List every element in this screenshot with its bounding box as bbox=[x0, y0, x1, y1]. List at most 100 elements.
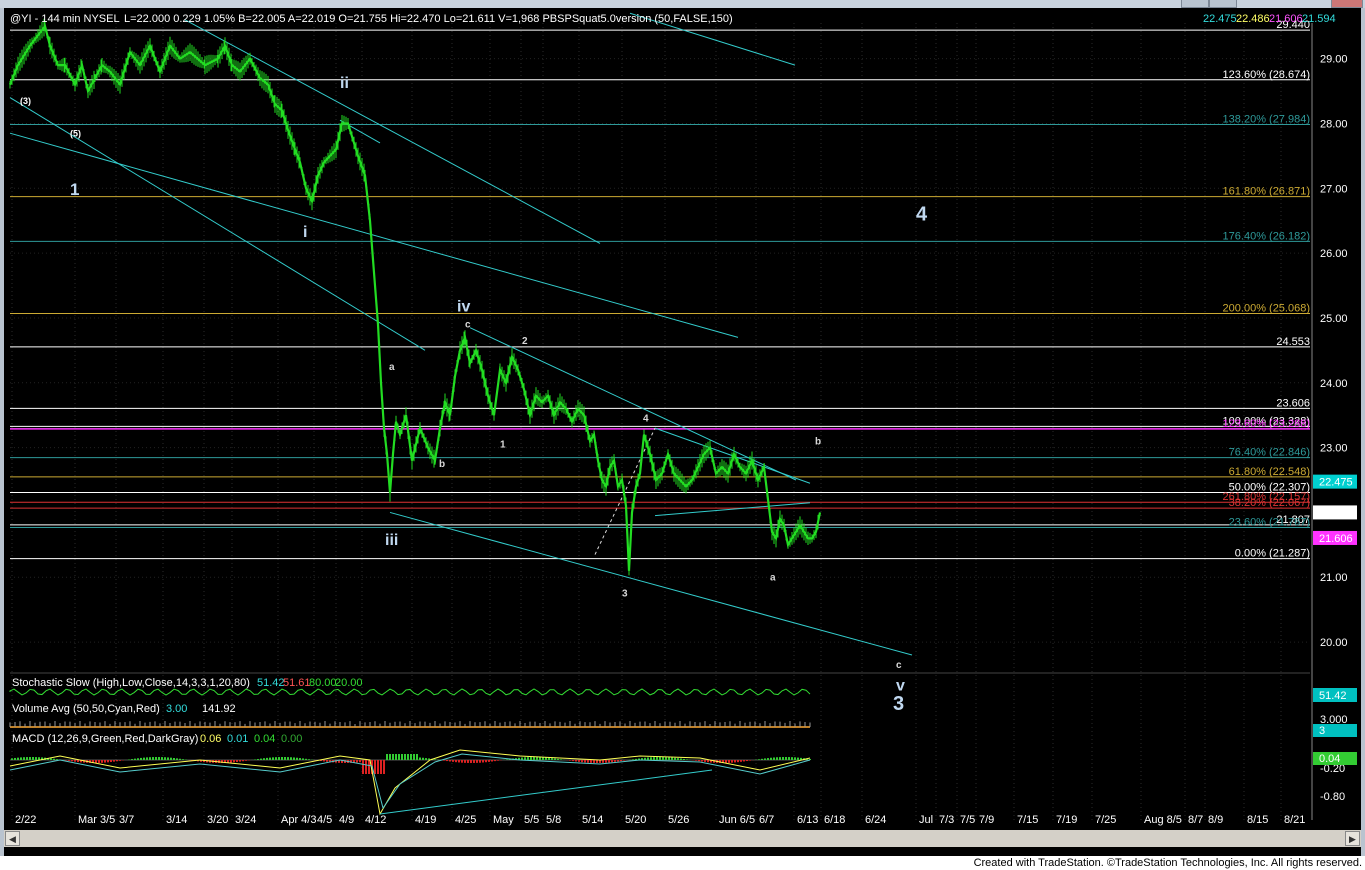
x-tick-label: 4/9 bbox=[339, 814, 354, 826]
x-tick-label: 6/24 bbox=[865, 814, 886, 826]
header-indicator-values: 22.475 22.486 21.606 21.594 bbox=[1203, 13, 1336, 25]
x-tick-label: Jun 6/5 bbox=[719, 814, 755, 826]
fib-label: 176.40% (26.182) bbox=[1223, 230, 1310, 242]
wave-label: i bbox=[303, 224, 307, 241]
volume-value: 3.00 bbox=[166, 703, 187, 715]
stochastic-value: 51.61 bbox=[283, 677, 311, 689]
x-tick-label: 5/5 bbox=[524, 814, 539, 826]
x-tick-label: 2/22 bbox=[15, 814, 36, 826]
x-tick-label: 3/20 bbox=[207, 814, 228, 826]
y-tick-label: 25.00 bbox=[1320, 313, 1348, 325]
x-tick-label: 3/14 bbox=[166, 814, 187, 826]
x-tick-label: 3/24 bbox=[235, 814, 256, 826]
subpanels: Stochastic Slow (High,Low,Close,14,3,3,1… bbox=[9, 672, 1357, 816]
x-tick-label: 8/15 bbox=[1247, 814, 1268, 826]
scroll-left-icon[interactable]: ◀ bbox=[5, 831, 20, 846]
x-tick-label: Jul bbox=[919, 814, 933, 826]
macd-trendline bbox=[379, 769, 713, 815]
volume-value: 141.92 bbox=[202, 703, 236, 715]
stochastic-value: 20.00 bbox=[335, 677, 363, 689]
trendline bbox=[654, 502, 811, 517]
trendline bbox=[9, 132, 739, 338]
footer: Created with TradeStation. ©TradeStation… bbox=[0, 856, 1365, 870]
window-top-strip bbox=[0, 0, 1365, 8]
wave-label: 1 bbox=[500, 440, 506, 451]
fib-label: 161.80% (26.871) bbox=[1223, 186, 1310, 198]
x-tick-label: 7/19 bbox=[1056, 814, 1077, 826]
header-value: 22.475 bbox=[1203, 13, 1237, 25]
y-tick-label: 28.00 bbox=[1320, 118, 1348, 130]
close-icon[interactable] bbox=[1331, 0, 1363, 8]
wave-label: b bbox=[815, 436, 821, 447]
scroll-right-icon[interactable]: ▶ bbox=[1345, 831, 1360, 846]
y-tick-label: 20.00 bbox=[1320, 637, 1348, 649]
wave-label: 2 bbox=[522, 336, 528, 347]
x-tick-label: 8/21 bbox=[1284, 814, 1305, 826]
fib-label: 23.606 bbox=[1276, 397, 1310, 409]
wave-label: c bbox=[465, 320, 471, 331]
y-tick-label: 29.00 bbox=[1320, 54, 1348, 66]
horizontal-scrollbar[interactable]: ◀ ▶ bbox=[4, 830, 1361, 847]
stochastic-label: Stochastic Slow (High,Low,Close,14,3,3,1… bbox=[12, 677, 250, 689]
x-tick-label: 7/15 bbox=[1017, 814, 1038, 826]
x-tick-label: 7/25 bbox=[1095, 814, 1116, 826]
wave-labels: 1(5)(3)iiiivc2ab1iii43ab4cv3 bbox=[20, 75, 928, 715]
x-tick-label: 7/9 bbox=[979, 814, 994, 826]
macd-tick: -0.80 bbox=[1320, 791, 1345, 803]
x-tick-label: Apr 4/3 bbox=[281, 814, 316, 826]
macd-value: 0.00 bbox=[281, 733, 302, 745]
fib-label: 76.40% (22.846) bbox=[1229, 447, 1310, 459]
header-value: 21.594 bbox=[1302, 13, 1336, 25]
wave-label: v bbox=[896, 678, 905, 695]
wave-label: b bbox=[439, 459, 445, 470]
price-tag: 21.606 bbox=[1319, 533, 1353, 545]
stochastic-value: 80.00 bbox=[309, 677, 337, 689]
x-tick-label: 5/26 bbox=[668, 814, 689, 826]
chart-canvas[interactable]: 29.440123.60% (28.674)138.20% (27.984)16… bbox=[0, 8, 1365, 830]
x-tick-label: 4/19 bbox=[415, 814, 436, 826]
x-tick-label: Aug 8/5 bbox=[1144, 814, 1182, 826]
grid bbox=[10, 23, 1310, 820]
fib-label: 123.60% (23.288) bbox=[1223, 418, 1310, 430]
wave-label: a bbox=[389, 362, 395, 373]
x-tick-label: 6/18 bbox=[824, 814, 845, 826]
y-tick-label: 24.00 bbox=[1320, 378, 1348, 390]
wave-label: 4 bbox=[643, 414, 649, 425]
wave-label: iv bbox=[457, 298, 470, 315]
macd-value: 0.06 bbox=[200, 733, 221, 745]
x-tick-label: 5/14 bbox=[582, 814, 603, 826]
wave-label: (3) bbox=[20, 96, 31, 106]
trendline bbox=[184, 19, 601, 244]
macd-value: 0.04 bbox=[254, 733, 275, 745]
price-tag: 22.000 bbox=[1319, 507, 1353, 519]
header-value: 22.486 bbox=[1236, 13, 1270, 25]
x-tick-label: 4/5 bbox=[317, 814, 332, 826]
x-tick-label: 5/20 bbox=[625, 814, 646, 826]
maximize-icon[interactable] bbox=[1209, 0, 1237, 8]
chart-quote: L=22.000 0.229 1.05% B=22.005 A=22.019 O… bbox=[124, 13, 733, 25]
wave-label: a bbox=[770, 572, 776, 583]
minimize-icon[interactable] bbox=[1181, 0, 1209, 8]
price-tags: 22.475 22.000 21.606 bbox=[1313, 474, 1357, 545]
fib-label: 138.20% (27.984) bbox=[1223, 114, 1310, 126]
y-tick-label: 23.00 bbox=[1320, 443, 1348, 455]
y-tick-label: 27.00 bbox=[1320, 183, 1348, 195]
price-series bbox=[8, 18, 822, 576]
wave-label: c bbox=[896, 660, 902, 671]
x-tick-label: 6/7 bbox=[759, 814, 774, 826]
x-tick-label: 3/7 bbox=[119, 814, 134, 826]
stochastic-line bbox=[9, 688, 811, 696]
price-line bbox=[8, 23, 822, 571]
y-tick-label: 26.00 bbox=[1320, 248, 1348, 260]
fib-label: 23.60% (21.767) bbox=[1229, 517, 1310, 529]
stochastic-value: 51.42 bbox=[257, 677, 285, 689]
fib-label: 38.20% (22.067) bbox=[1229, 497, 1310, 509]
header-value: 21.606 bbox=[1269, 13, 1303, 25]
fib-label: 61.80% (22.548) bbox=[1229, 466, 1310, 478]
wave-label: 3 bbox=[622, 589, 628, 600]
wave-label: iii bbox=[385, 532, 398, 549]
y-tick-label: 21.00 bbox=[1320, 572, 1348, 584]
volume-label: Volume Avg (50,50,Cyan,Red) bbox=[12, 703, 160, 715]
wave-label: 1 bbox=[70, 180, 79, 199]
trendline bbox=[389, 511, 913, 656]
